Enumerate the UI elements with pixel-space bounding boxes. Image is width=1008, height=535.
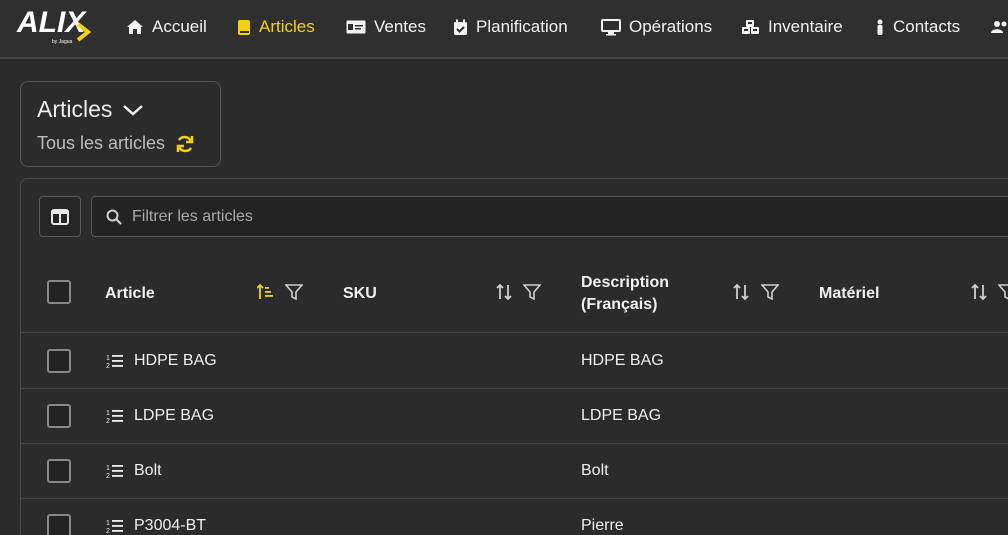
table-row[interactable]: 1 2 LDPE BAG LDPE BAG bbox=[21, 389, 1008, 444]
column-header-description-line1: Description bbox=[581, 274, 670, 291]
page-title: Articles bbox=[37, 96, 113, 122]
filter-icon[interactable] bbox=[761, 283, 779, 301]
article-name[interactable]: P3004-BT bbox=[134, 516, 206, 535]
svg-text:1: 1 bbox=[106, 410, 110, 417]
nav-label: Planification bbox=[476, 17, 568, 36]
view-selector[interactable]: Articles bbox=[37, 96, 144, 123]
column-header-article[interactable]: Article bbox=[105, 283, 155, 305]
list-ordered-icon: 1 2 bbox=[106, 520, 123, 534]
nav-item-contacts[interactable]: Contacts bbox=[875, 16, 960, 38]
nav-item-inventaire[interactable]: Inventaire bbox=[741, 16, 843, 38]
filter-icon[interactable] bbox=[285, 283, 303, 301]
svg-text:2: 2 bbox=[106, 473, 110, 479]
view-subtitle: Tous les articles bbox=[37, 133, 166, 153]
cell-description: LDPE BAG bbox=[581, 407, 662, 424]
book-icon bbox=[238, 19, 250, 35]
cell-article: 1 2 P3004-BT bbox=[106, 516, 206, 535]
svg-text:ALIX: ALIX bbox=[16, 6, 87, 39]
home-icon bbox=[127, 20, 143, 34]
nav-label: Accueil bbox=[152, 17, 207, 36]
column-header-description-line2: (Français) bbox=[581, 296, 658, 313]
nav-item-users[interactable] bbox=[990, 16, 1008, 38]
column-header-materiel[interactable]: Matériel bbox=[819, 283, 879, 305]
chevron-down-icon bbox=[123, 104, 144, 116]
nav-label: Contacts bbox=[893, 17, 961, 36]
column-toggle-button[interactable] bbox=[39, 196, 81, 237]
monitor-icon bbox=[601, 18, 621, 35]
columns-icon bbox=[51, 208, 69, 225]
cell-article: 1 2 LDPE BAG bbox=[106, 406, 214, 426]
cell-description: HDPE BAG bbox=[581, 352, 664, 369]
sort-icon[interactable] bbox=[495, 283, 513, 301]
sort-ascending-icon[interactable] bbox=[257, 283, 275, 301]
svg-text:1: 1 bbox=[106, 355, 110, 362]
svg-text:2: 2 bbox=[106, 363, 110, 369]
svg-text:2: 2 bbox=[106, 418, 110, 424]
table-row[interactable]: 1 2 HDPE BAG HDPE BAG bbox=[21, 334, 1008, 389]
filter-field bbox=[91, 196, 1008, 237]
list-ordered-icon: 1 2 bbox=[106, 355, 123, 369]
row-checkbox[interactable] bbox=[47, 404, 71, 428]
sort-icon[interactable] bbox=[970, 283, 988, 301]
cell-article: 1 2 HDPE BAG bbox=[106, 351, 217, 371]
table-header: Article SKU Description (Français) Matér… bbox=[21, 257, 1008, 333]
column-header-description[interactable]: Description (Français) bbox=[581, 272, 669, 316]
svg-text:by Jagua: by Jagua bbox=[52, 39, 73, 45]
users-icon bbox=[991, 21, 1007, 33]
nav-item-accueil[interactable]: Accueil bbox=[126, 16, 207, 38]
nav-label: Opérations bbox=[629, 17, 713, 36]
column-header-sku[interactable]: SKU bbox=[343, 283, 377, 305]
nav-label: Articles bbox=[259, 17, 315, 36]
cubes-icon bbox=[742, 20, 759, 34]
nav-item-articles[interactable]: Articles bbox=[237, 16, 315, 38]
article-name[interactable]: HDPE BAG bbox=[134, 351, 217, 371]
row-checkbox[interactable] bbox=[47, 459, 71, 483]
svg-text:1: 1 bbox=[106, 465, 110, 472]
filter-input[interactable] bbox=[132, 207, 932, 226]
search-icon bbox=[106, 209, 122, 225]
svg-text:2: 2 bbox=[106, 528, 110, 534]
row-checkbox[interactable] bbox=[47, 349, 71, 373]
calendar-check-icon bbox=[454, 19, 467, 35]
article-name[interactable]: Bolt bbox=[134, 461, 162, 481]
filter-icon[interactable] bbox=[523, 283, 541, 301]
cell-description: Bolt bbox=[581, 462, 609, 479]
table-row[interactable]: 1 2 Bolt Bolt bbox=[21, 444, 1008, 499]
articles-table-panel: Article SKU Description (Français) bbox=[20, 178, 1008, 535]
nav-item-operations[interactable]: Opérations bbox=[601, 16, 712, 38]
page-header-card: Articles Tous les articles bbox=[20, 81, 221, 167]
sort-icon[interactable] bbox=[732, 283, 750, 301]
alix-logo[interactable]: ALIX by Jagua bbox=[16, 2, 96, 48]
nav-label: Inventaire bbox=[768, 17, 843, 36]
nav-item-planification[interactable]: Planification bbox=[453, 16, 568, 38]
view-subtitle-row: Tous les articles bbox=[37, 133, 195, 154]
filter-icon[interactable] bbox=[998, 283, 1008, 301]
row-checkbox[interactable] bbox=[47, 514, 71, 535]
refresh-icon[interactable] bbox=[175, 134, 195, 154]
cell-description: Pierre bbox=[581, 517, 624, 534]
select-all-checkbox[interactable] bbox=[47, 280, 71, 304]
nav-item-ventes[interactable]: Ventes bbox=[346, 16, 426, 38]
nav-label: Ventes bbox=[374, 17, 426, 36]
cash-icon bbox=[346, 20, 366, 34]
table-row[interactable]: 1 2 P3004-BT Pierre bbox=[21, 499, 1008, 535]
list-ordered-icon: 1 2 bbox=[106, 410, 123, 424]
top-navigation: ALIX by Jagua Accueil Articles Ventes Pl… bbox=[0, 0, 1008, 59]
person-icon bbox=[877, 19, 883, 35]
article-name[interactable]: LDPE BAG bbox=[134, 406, 214, 426]
svg-text:1: 1 bbox=[106, 520, 110, 527]
list-ordered-icon: 1 2 bbox=[106, 465, 123, 479]
cell-article: 1 2 Bolt bbox=[106, 461, 162, 481]
